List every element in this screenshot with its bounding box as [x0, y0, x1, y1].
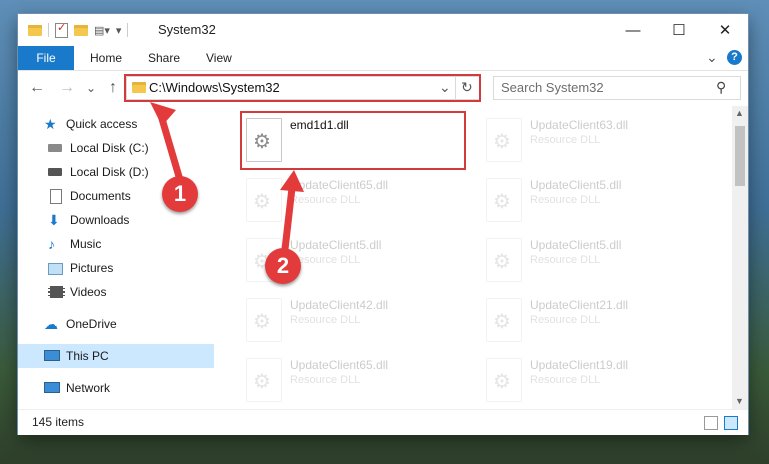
- arrowhead: [280, 170, 304, 192]
- arrowhead: [150, 102, 176, 126]
- arrow-1: [150, 102, 184, 184]
- step-badge-1: 1: [162, 176, 198, 212]
- annotation-overlay: [150, 102, 304, 262]
- arrow-2: [280, 170, 304, 262]
- step-badge-2: 2: [265, 248, 301, 284]
